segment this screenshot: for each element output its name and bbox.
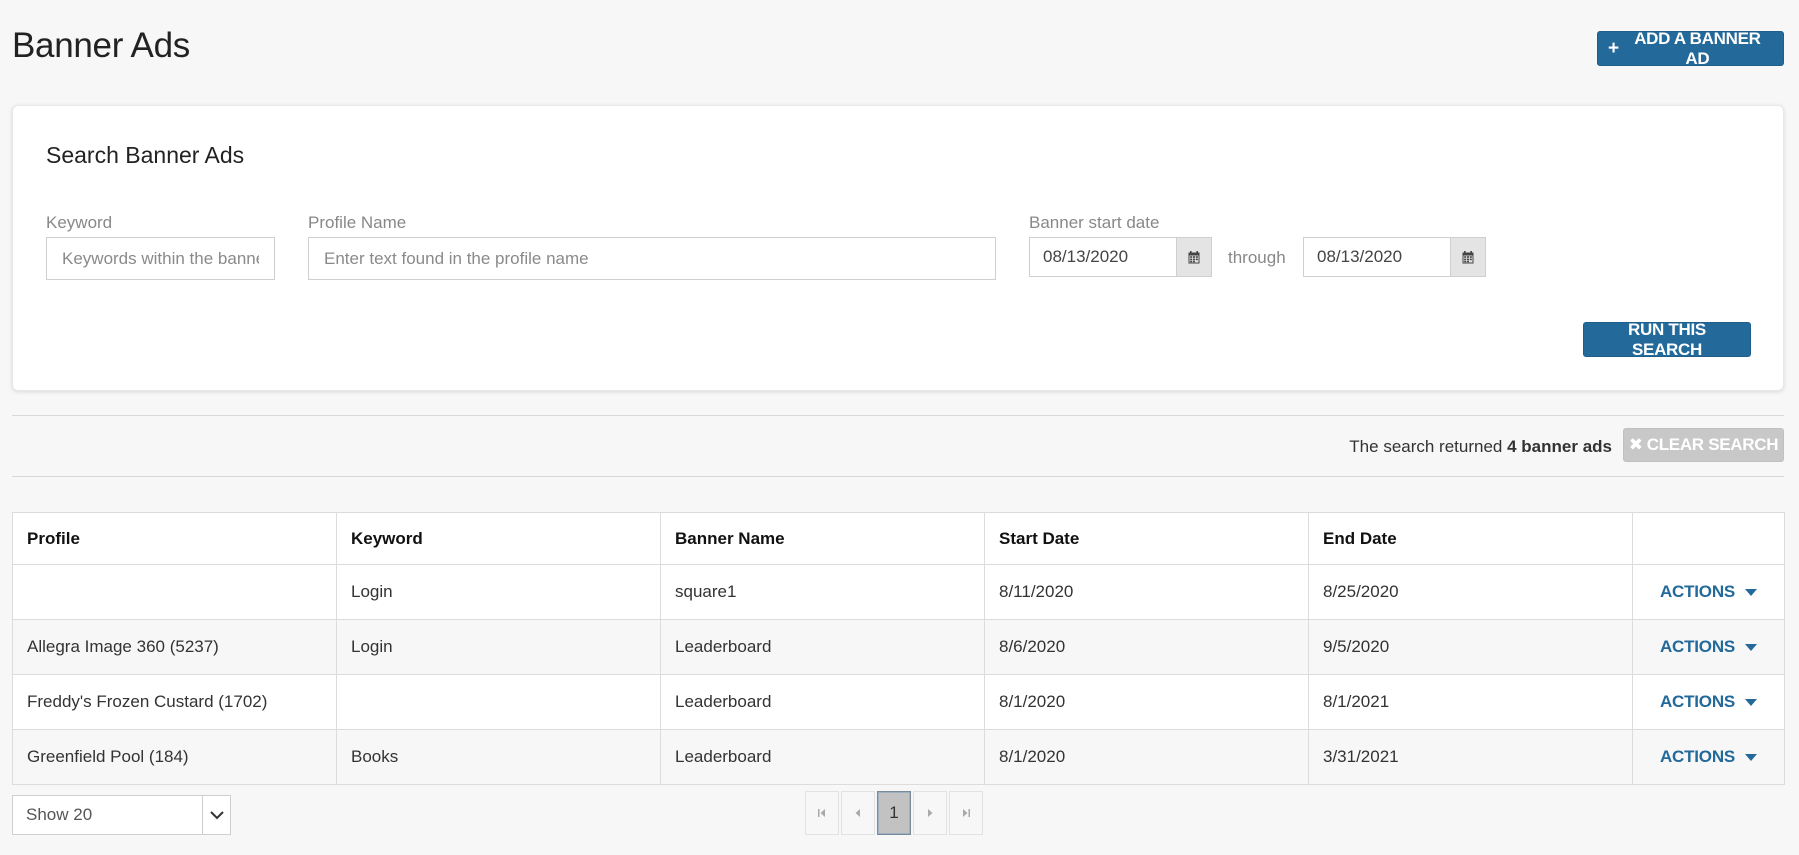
- actions-dropdown[interactable]: ACTIONS: [1659, 747, 1758, 767]
- clear-search-button[interactable]: ✖ CLEAR SEARCH: [1623, 428, 1784, 462]
- table-row: Greenfield Pool (184) Books Leaderboard …: [12, 729, 1785, 785]
- calendar-icon[interactable]: [1176, 238, 1211, 276]
- cell-keyword: Books: [336, 729, 661, 785]
- clear-search-label: CLEAR SEARCH: [1646, 435, 1779, 454]
- caret-down-icon: [1745, 588, 1758, 596]
- column-header-actions: [1632, 512, 1785, 565]
- results-summary: The search returned 4 banner ads: [1349, 437, 1612, 457]
- page-header: Banner Ads + ADD A BANNER AD: [12, 22, 1784, 72]
- previous-page-icon[interactable]: [841, 791, 875, 835]
- search-panel: Search Banner Ads Keyword Profile Name B…: [12, 105, 1784, 391]
- cell-end-date: 9/5/2020: [1308, 619, 1633, 675]
- caret-down-icon: [1745, 753, 1758, 761]
- close-icon: ✖: [1628, 435, 1643, 454]
- keyword-input[interactable]: [46, 237, 275, 280]
- cell-actions: ACTIONS: [1632, 674, 1785, 730]
- actions-dropdown[interactable]: ACTIONS: [1659, 637, 1758, 657]
- through-label: through: [1228, 248, 1286, 267]
- cell-profile: Freddy's Frozen Custard (1702): [12, 674, 337, 730]
- banner-start-date-label: Banner start date: [1029, 213, 1160, 232]
- actions-label: ACTIONS: [1659, 692, 1736, 711]
- column-header-keyword[interactable]: Keyword: [336, 512, 661, 565]
- start-date-to-group: [1303, 237, 1486, 277]
- start-date-from-group: [1029, 237, 1212, 277]
- add-banner-ad-label: ADD A BANNER AD: [1634, 28, 1761, 68]
- page-size-value: Show 20: [26, 805, 93, 824]
- banner-ads-page: Banner Ads + ADD A BANNER AD Search Bann…: [0, 0, 1799, 855]
- table-row: Login square1 8/11/2020 8/25/2020 ACTION…: [12, 564, 1785, 620]
- cell-banner-name: Leaderboard: [660, 619, 985, 675]
- plus-icon: +: [1608, 38, 1619, 59]
- cell-end-date: 8/1/2021: [1308, 674, 1633, 730]
- keyword-label: Keyword: [46, 213, 113, 232]
- cell-start-date: 8/11/2020: [984, 564, 1309, 620]
- cell-keyword: Login: [336, 564, 661, 620]
- add-banner-ad-button[interactable]: + ADD A BANNER AD: [1597, 28, 1784, 68]
- cell-end-date: 3/31/2021: [1308, 729, 1633, 785]
- chevron-down-icon: [202, 796, 230, 834]
- column-header-profile[interactable]: Profile: [12, 512, 337, 565]
- run-search-button[interactable]: RUN THIS SEARCH: [1583, 320, 1751, 359]
- calendar-icon[interactable]: [1450, 238, 1485, 276]
- last-page-icon[interactable]: [949, 791, 983, 835]
- table-row: Allegra Image 360 (5237) Login Leaderboa…: [12, 619, 1785, 675]
- page-size-select[interactable]: Show 20: [12, 795, 231, 835]
- cell-start-date: 8/6/2020: [984, 619, 1309, 675]
- table-row: Freddy's Frozen Custard (1702) Leaderboa…: [12, 674, 1785, 730]
- start-date-to-input[interactable]: [1304, 238, 1450, 276]
- cell-actions: ACTIONS: [1632, 619, 1785, 675]
- next-page-icon[interactable]: [913, 791, 947, 835]
- table-header-row: Profile Keyword Banner Name Start Date E…: [12, 512, 1785, 565]
- start-date-from-input[interactable]: [1030, 238, 1176, 276]
- cell-start-date: 8/1/2020: [984, 674, 1309, 730]
- cell-start-date: 8/1/2020: [984, 729, 1309, 785]
- cell-profile: [12, 564, 337, 620]
- column-header-banner-name[interactable]: Banner Name: [660, 512, 985, 565]
- caret-down-icon: [1745, 643, 1758, 651]
- results-count: 4 banner ads: [1507, 437, 1612, 456]
- page-number-current[interactable]: 1: [877, 791, 911, 835]
- cell-end-date: 8/25/2020: [1308, 564, 1633, 620]
- actions-label: ACTIONS: [1659, 582, 1736, 601]
- first-page-icon[interactable]: [805, 791, 839, 835]
- profile-name-label: Profile Name: [308, 213, 407, 232]
- cell-profile: Allegra Image 360 (5237): [12, 619, 337, 675]
- cell-profile: Greenfield Pool (184): [12, 729, 337, 785]
- banner-ads-table: Profile Keyword Banner Name Start Date E…: [12, 512, 1785, 785]
- actions-dropdown[interactable]: ACTIONS: [1659, 582, 1758, 602]
- column-header-start-date[interactable]: Start Date: [984, 512, 1309, 565]
- results-prefix: The search returned: [1349, 437, 1503, 456]
- actions-label: ACTIONS: [1659, 747, 1736, 766]
- column-header-end-date[interactable]: End Date: [1308, 512, 1633, 565]
- results-bar: The search returned 4 banner ads ✖ CLEAR…: [12, 416, 1784, 476]
- caret-down-icon: [1745, 698, 1758, 706]
- cell-keyword: [336, 674, 661, 730]
- profile-name-input[interactable]: [308, 237, 996, 280]
- actions-label: ACTIONS: [1659, 637, 1736, 656]
- cell-keyword: Login: [336, 619, 661, 675]
- search-panel-title: Search Banner Ads: [46, 142, 245, 168]
- divider-bottom: [12, 476, 1784, 477]
- cell-banner-name: Leaderboard: [660, 674, 985, 730]
- cell-actions: ACTIONS: [1632, 564, 1785, 620]
- page-title: Banner Ads: [12, 26, 190, 65]
- actions-dropdown[interactable]: ACTIONS: [1659, 692, 1758, 712]
- cell-banner-name: Leaderboard: [660, 729, 985, 785]
- cell-banner-name: square1: [660, 564, 985, 620]
- pagination: 1: [805, 791, 983, 835]
- cell-actions: ACTIONS: [1632, 729, 1785, 785]
